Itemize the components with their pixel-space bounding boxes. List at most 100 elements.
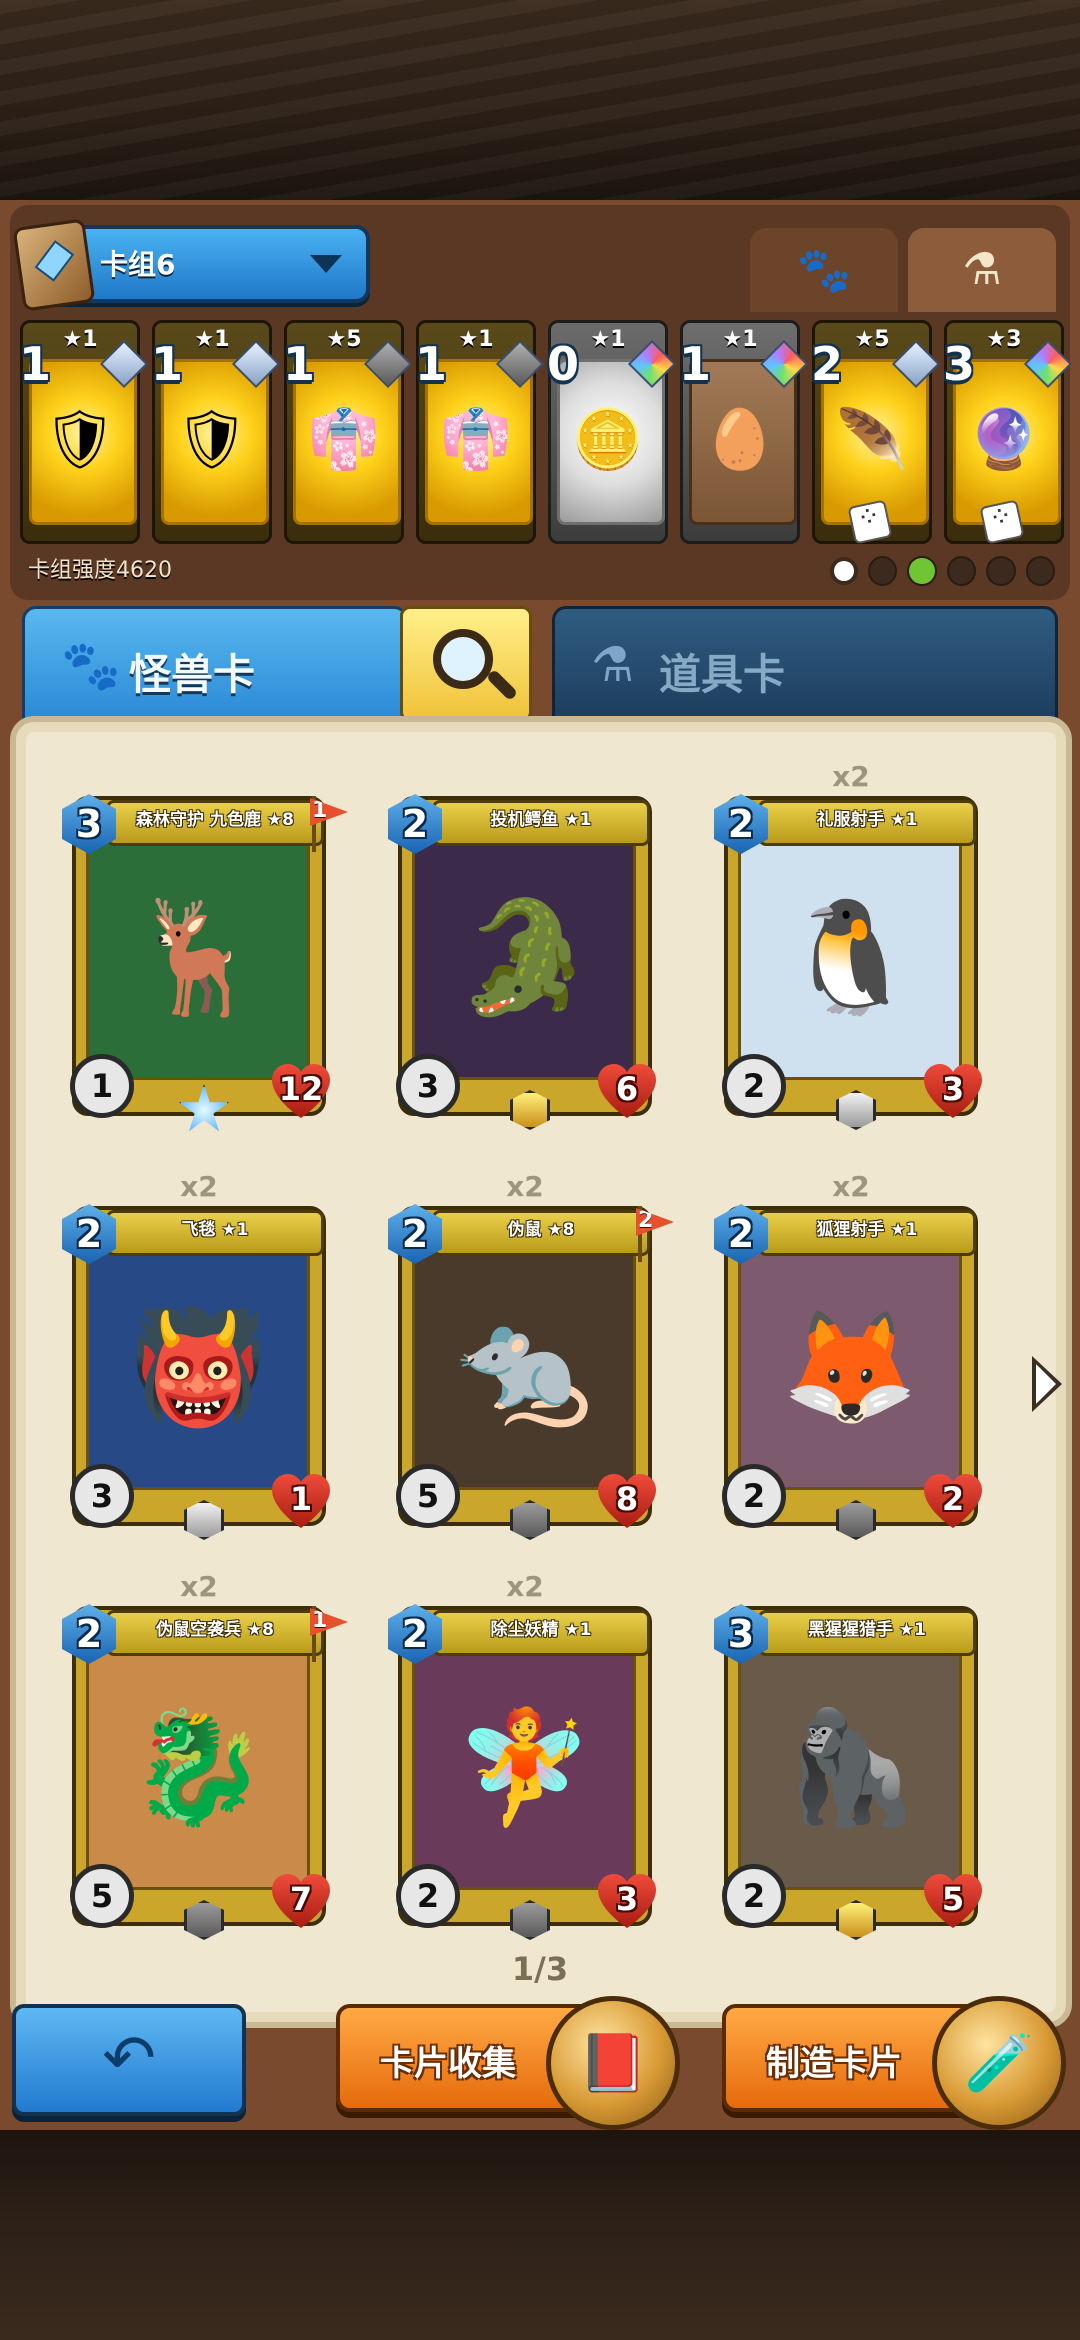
- search-icon-handle: [485, 668, 519, 702]
- card-multiplier: x2: [832, 1170, 870, 1203]
- card-name: 伪鼠空袭兵 ★8: [106, 1610, 324, 1656]
- card-name: 狐狸射手 ★1: [758, 1210, 976, 1256]
- filter-wind-icon[interactable]: [986, 556, 1016, 586]
- card-multiplier: x2: [506, 1170, 544, 1203]
- card-level: 2: [722, 1054, 786, 1118]
- card-level: 2: [396, 1864, 460, 1928]
- equipment-row: ★1🛡1★1🛡1★5👘1★1👘1★1🪙0★1🥚1★5🪶2★3🔮3: [14, 320, 1073, 545]
- equipment-count: 1: [151, 337, 184, 391]
- card-level: 5: [70, 1864, 134, 1928]
- monster-card[interactable]: x2 🦊 狐狸射手 ★1 2 2 2: [714, 1162, 978, 1540]
- equipment-count: 1: [415, 337, 448, 391]
- card-level: 1: [70, 1054, 134, 1118]
- equipment-slot[interactable]: ★1 🛡 1: [151, 320, 281, 544]
- page-indicator: 1/3: [511, 1950, 569, 1988]
- chevron-down-icon: [310, 255, 342, 273]
- deck-name: 卡组6: [100, 248, 176, 281]
- card-name: 伪鼠 ★8: [432, 1210, 650, 1256]
- card-name: 飞毯 ★1: [106, 1210, 324, 1256]
- monster-card[interactable]: x2 🐉 伪鼠空袭兵 ★8 2 5 7 1: [62, 1562, 348, 1940]
- creature-icon: 🐧: [781, 892, 919, 1021]
- creature-icon: 🐉: [129, 1702, 267, 1831]
- equipment-slot[interactable]: ★5 👘 1: [283, 320, 413, 544]
- paw-icon: 🐾: [61, 638, 121, 694]
- back-button[interactable]: ↶: [12, 2004, 246, 2116]
- search-button[interactable]: [400, 606, 532, 722]
- card-name: 黑猩猩猎手 ★1: [758, 1610, 976, 1656]
- creature-icon: 🦍: [781, 1702, 919, 1831]
- card-art: 🐧: [738, 834, 962, 1080]
- flask-icon: ⚗: [962, 244, 1002, 295]
- card-name: 森林守护 九色鹿 ★8: [106, 800, 324, 846]
- creature-icon: 🧚: [455, 1702, 593, 1831]
- element-filter: [830, 556, 1056, 586]
- equipment-slot[interactable]: ★1 🪙 0: [547, 320, 677, 544]
- equipment-slot[interactable]: ★1 👘 1: [415, 320, 545, 544]
- monster-card[interactable]: x2 🐀 伪鼠 ★8 2 5 8 2: [388, 1162, 674, 1540]
- creature-icon: 🦊: [781, 1302, 919, 1431]
- tab-item-cards[interactable]: ⚗ 道具卡: [552, 606, 1058, 722]
- equipment-slot[interactable]: ★3 🔮 3: [943, 320, 1073, 545]
- flask-icon: ⚗: [591, 637, 635, 693]
- craft-card-button[interactable]: 制造卡片 🧪: [722, 1996, 1066, 2130]
- card-art: 👹: [86, 1244, 310, 1490]
- creature-icon: 🦌: [129, 892, 267, 1021]
- back-arrow-icon: ↶: [102, 2022, 156, 2096]
- card-art: 🐀: [412, 1244, 636, 1490]
- search-icon: [433, 629, 493, 689]
- top-wood-background: [0, 0, 1080, 200]
- monster-card[interactable]: x2 👹 飞毯 ★1 2 3 1: [62, 1162, 326, 1540]
- next-page-arrow-icon[interactable]: [1032, 1356, 1062, 1412]
- card-multiplier: x2: [180, 1570, 218, 1603]
- monster-card[interactable]: x2 🧚 除尘妖精 ★1 2 2 3: [388, 1562, 652, 1940]
- equipment-count: 2: [811, 337, 844, 391]
- paw-potion-icon: 🧪: [932, 1996, 1066, 2130]
- craft-card-label: 制造卡片: [766, 2044, 902, 2084]
- dice-icon: [979, 499, 1025, 545]
- equipment-count: 3: [943, 337, 976, 391]
- card-level: 2: [722, 1464, 786, 1528]
- tab-beast-label: 怪兽卡: [129, 650, 256, 699]
- dice-icon: [847, 499, 893, 545]
- card-collection-button[interactable]: 卡片收集 📕: [336, 1996, 680, 2130]
- equipment-slot[interactable]: ★1 🛡 1: [19, 320, 149, 544]
- card-art: 🦊: [738, 1244, 962, 1490]
- paw-icon: 🐾: [796, 245, 852, 296]
- monster-card[interactable]: x2 🐧 礼服射手 ★1 2 2 3: [714, 752, 978, 1130]
- card-art: 🦍: [738, 1644, 962, 1890]
- filter-earth-icon[interactable]: [867, 556, 898, 586]
- deck-strength: 卡组强度4620: [28, 558, 172, 583]
- tab-beast-mode[interactable]: 🐾: [750, 228, 898, 312]
- creature-icon: 🐀: [455, 1302, 593, 1431]
- filter-nature-icon[interactable]: [907, 556, 937, 586]
- bottom-wood-background: [0, 2130, 1080, 2340]
- card-name: 投机鳄鱼 ★1: [432, 800, 650, 846]
- card-art: 🐉: [86, 1644, 310, 1890]
- equipment-count: 1: [19, 337, 52, 391]
- deck-selector-dropdown[interactable]: 卡组6: [12, 218, 370, 312]
- card-multiplier: x2: [832, 760, 870, 793]
- filter-water-icon[interactable]: [1025, 556, 1056, 586]
- tab-item-label: 道具卡: [659, 650, 786, 699]
- filter-all-icon[interactable]: [830, 557, 858, 585]
- deck-book-icon: [12, 218, 96, 312]
- card-level: 3: [70, 1464, 134, 1528]
- monster-card[interactable]: 🦍 黑猩猩猎手 ★1 3 2 5: [714, 1604, 978, 1940]
- creature-icon: 👹: [129, 1302, 267, 1431]
- equipment-slot[interactable]: ★1 🥚 1: [679, 320, 809, 544]
- card-level: 3: [396, 1054, 460, 1118]
- card-art: 🐊: [412, 834, 636, 1080]
- card-book-icon: 📕: [546, 1996, 680, 2130]
- card-collection-label: 卡片收集: [380, 2044, 516, 2084]
- creature-icon: 🐊: [455, 892, 593, 1021]
- card-level: 5: [396, 1464, 460, 1528]
- tab-beast-cards[interactable]: 🐾 怪兽卡: [22, 606, 408, 722]
- card-multiplier: x2: [180, 1170, 218, 1203]
- tab-item-mode[interactable]: ⚗: [908, 228, 1056, 312]
- card-name: 除尘妖精 ★1: [432, 1610, 650, 1656]
- card-name: 礼服射手 ★1: [758, 800, 976, 846]
- monster-card[interactable]: 🦌 森林守护 九色鹿 ★8 3 1 12 1: [62, 794, 348, 1132]
- equipment-slot[interactable]: ★5 🪶 2: [811, 320, 941, 545]
- monster-card[interactable]: 🐊 投机鳄鱼 ★1 2 3 6: [388, 794, 652, 1130]
- filter-fire-icon[interactable]: [946, 556, 977, 586]
